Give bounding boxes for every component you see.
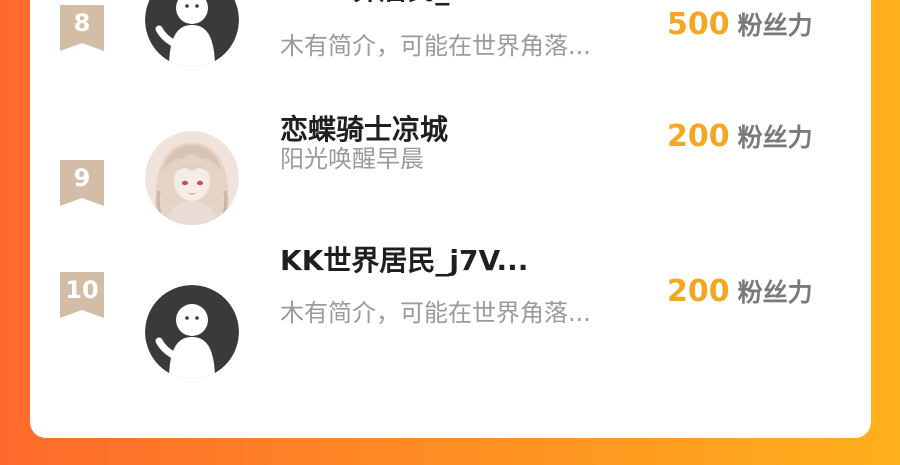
rank-ribbon-icon: 8 — [60, 5, 104, 51]
leaderboard-card: 8 KK世界居民_W1T... 木有简介，可能在世界角落... 500粉丝力 9 — [30, 0, 871, 438]
user-name[interactable]: KK世界居民_W1T... — [280, 0, 547, 8]
avatar[interactable] — [145, 285, 239, 379]
rank-ribbon-icon: 9 — [60, 160, 104, 206]
user-bio: 木有简介，可能在世界角落... — [280, 32, 591, 60]
anime-girl-avatar — [145, 131, 239, 225]
fan-power-score: 200 粉丝力 — [667, 272, 813, 316]
user-name[interactable]: KK世界居民_j7V... — [280, 243, 528, 279]
rank-number: 9 — [73, 164, 91, 192]
avatar[interactable] — [145, 0, 239, 67]
rank-number: 8 — [73, 9, 91, 37]
score-value: 500 — [667, 7, 730, 42]
score-value: 200 — [667, 119, 730, 154]
fan-power-score: 200 粉丝力 — [667, 117, 813, 161]
score-value: 200 — [667, 274, 730, 309]
avatar[interactable] — [145, 131, 239, 225]
default-avatar-icon — [145, 285, 239, 379]
rank-ribbon-icon: 10 — [60, 272, 104, 318]
rank-number: 10 — [65, 276, 99, 304]
score-unit: 粉丝力 — [737, 278, 813, 307]
score-unit: 粉丝力 — [737, 11, 813, 40]
leaderboard-row[interactable]: 10 KK世界居民_j7V... 木有简介，可能在世界角落... 200 粉丝力 — [30, 244, 871, 390]
score-unit: 粉丝力 — [737, 123, 813, 152]
default-avatar-icon — [145, 0, 239, 67]
fan-power-score: 500 粉丝力 — [667, 5, 813, 49]
user-bio: 阳光唤醒早晨 — [280, 145, 424, 173]
user-bio: 木有简介，可能在世界角落... — [280, 299, 591, 327]
leaderboard-row[interactable]: 9 恋蝶骑士凉城 阳光唤醒早晨 200 粉丝力 — [30, 113, 871, 235]
leaderboard-row[interactable]: 8 KK世界居民_W1T... 木有简介，可能在世界角落... 500粉丝力 — [30, 0, 871, 80]
